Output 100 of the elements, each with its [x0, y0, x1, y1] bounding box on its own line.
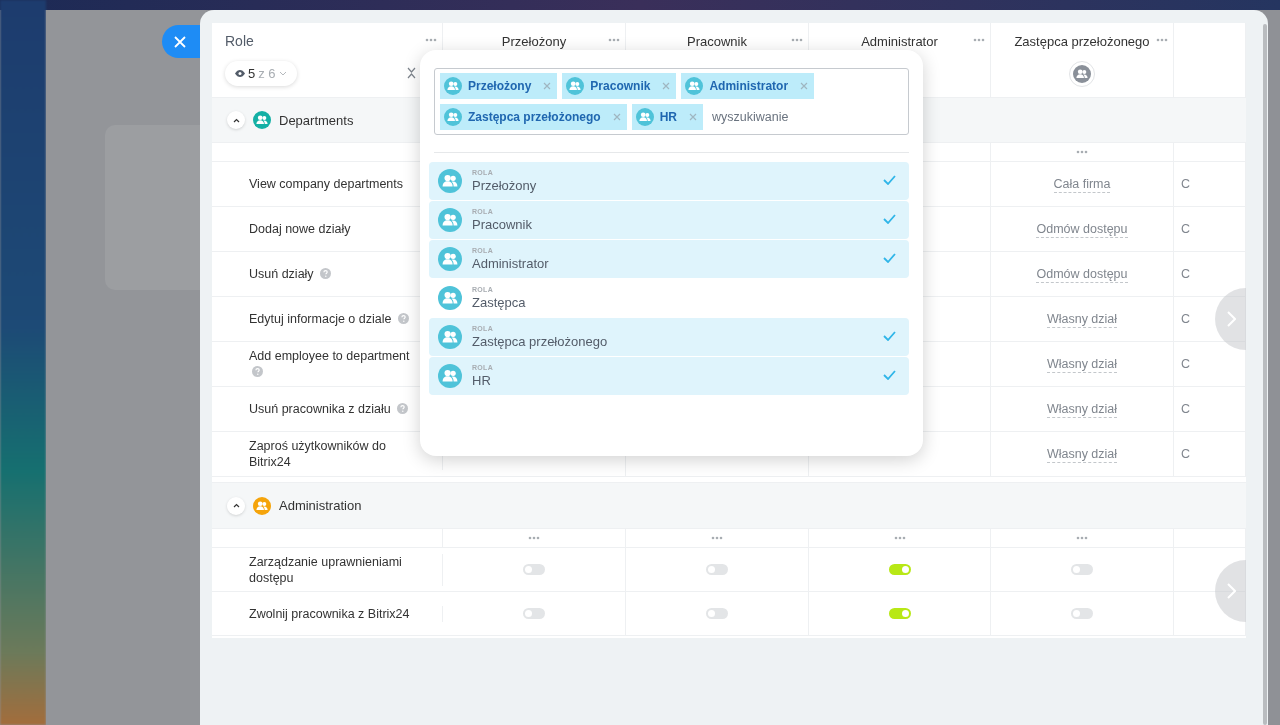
- column-header: Przełożony: [501, 34, 567, 49]
- role-tag[interactable]: Administrator: [681, 73, 815, 99]
- chevron-up-icon: [232, 117, 240, 123]
- chevron-right-icon: [1227, 311, 1236, 327]
- remove-icon[interactable]: [662, 82, 671, 90]
- collapse-icon[interactable]: [407, 67, 416, 79]
- permission-label: View company departments: [249, 177, 404, 191]
- people-icon: [685, 77, 704, 95]
- permission-label: Dodaj nowe działy: [249, 222, 351, 236]
- chevron-up-icon: [232, 503, 240, 508]
- more-icon[interactable]: [1156, 38, 1168, 42]
- option-label: Zastępca przełożonego: [472, 334, 608, 349]
- check-icon: [883, 175, 896, 185]
- more-icon[interactable]: [791, 38, 803, 42]
- people-icon: [438, 286, 462, 310]
- option-label: Zastępca: [472, 295, 526, 310]
- collapse-button[interactable]: [227, 496, 245, 515]
- more-icon[interactable]: [893, 536, 906, 540]
- remove-icon[interactable]: [543, 82, 552, 90]
- permission-label: Zwolnij pracownika z Bitrix24: [249, 606, 410, 621]
- permission-label: Zarządzanie uprawnieniami dostępu: [249, 554, 402, 585]
- access-level-dropdown[interactable]: C: [1181, 222, 1191, 236]
- access-level-dropdown[interactable]: C: [1181, 402, 1191, 416]
- access-level-dropdown[interactable]: C: [1181, 357, 1191, 371]
- access-level-dropdown[interactable]: C: [1181, 177, 1191, 191]
- access-level-dropdown[interactable]: Odmów dostępu: [1036, 220, 1128, 238]
- people-icon: [566, 77, 585, 95]
- people-icon: [635, 108, 654, 126]
- remove-icon[interactable]: [800, 82, 809, 90]
- check-icon: [883, 214, 896, 224]
- toggle-switch[interactable]: [706, 564, 728, 575]
- role-selector-field[interactable]: Przełożony Pracownik Administrator Zastępca przełożonego HR wyszukiwanie: [434, 68, 909, 135]
- permission-label: Usuń pracownika z działu: [249, 402, 391, 416]
- remove-icon[interactable]: [689, 113, 698, 121]
- people-icon: [438, 208, 462, 232]
- people-icon: [444, 108, 462, 126]
- more-icon[interactable]: [1076, 536, 1088, 540]
- scrollbar[interactable]: [1263, 24, 1267, 725]
- people-icon: [438, 325, 462, 349]
- more-icon[interactable]: [973, 38, 985, 42]
- column-header: Role: [225, 33, 254, 49]
- access-level-dropdown[interactable]: C: [1181, 447, 1191, 461]
- tag-label: Zastępca przełożonego: [468, 110, 601, 124]
- more-icon[interactable]: [711, 536, 723, 540]
- column-header: Pracownik: [687, 34, 747, 49]
- access-level-dropdown[interactable]: Własny dział: [1046, 445, 1118, 463]
- permission-label: Add employee to department: [249, 349, 410, 363]
- toggle-switch[interactable]: [1071, 608, 1093, 619]
- toggle-switch[interactable]: [888, 608, 911, 619]
- help-icon[interactable]: [320, 268, 332, 279]
- toggle-switch[interactable]: [523, 564, 545, 575]
- toggle-switch[interactable]: [1071, 564, 1093, 575]
- check-icon: [883, 331, 896, 341]
- permission-label: Usuń działy: [249, 267, 314, 281]
- section-title: Administration: [279, 498, 362, 513]
- help-icon[interactable]: [397, 403, 409, 414]
- close-icon: [174, 35, 186, 48]
- role-tag[interactable]: Zastępca przełożonego: [440, 104, 627, 130]
- remove-icon[interactable]: [612, 113, 621, 121]
- tag-label: Administrator: [709, 79, 789, 93]
- column-header: Zastępca przełożonego: [1014, 34, 1150, 49]
- eye-icon: [235, 70, 245, 77]
- access-level-dropdown[interactable]: Własny dział: [1046, 310, 1118, 328]
- chevron-down-icon: [278, 71, 287, 76]
- people-icon: [438, 169, 462, 193]
- collapse-button[interactable]: [227, 111, 245, 129]
- section-title: Departments: [279, 112, 354, 128]
- help-icon[interactable]: [397, 313, 409, 324]
- more-icon[interactable]: [425, 38, 437, 42]
- permission-label: Edytuj informacje o dziale: [249, 312, 392, 326]
- option-label: Pracownik: [472, 217, 532, 232]
- access-level-dropdown[interactable]: Odmów dostępu: [1036, 265, 1128, 283]
- chevron-right-icon: [1227, 583, 1236, 599]
- help-icon[interactable]: [252, 366, 263, 377]
- access-level-dropdown[interactable]: C: [1181, 267, 1191, 281]
- role-tag[interactable]: Przełożony: [440, 73, 558, 99]
- access-level-dropdown[interactable]: Własny dział: [1046, 355, 1118, 373]
- option-label: Administrator: [472, 256, 549, 271]
- role-tag[interactable]: Pracownik: [562, 73, 677, 99]
- toggle-switch[interactable]: [706, 608, 728, 619]
- tag-label: Przełożony: [468, 79, 532, 93]
- visible-roles-filter[interactable]: 5 z 6: [225, 61, 297, 86]
- people-icon: [444, 77, 462, 95]
- access-level-dropdown[interactable]: Cała firma: [1053, 175, 1111, 193]
- role-tag[interactable]: HR: [631, 104, 704, 130]
- access-level-dropdown[interactable]: Własny dział: [1046, 400, 1118, 418]
- access-level-dropdown[interactable]: C: [1181, 312, 1191, 326]
- more-icon[interactable]: [1076, 150, 1088, 154]
- toggle-switch[interactable]: [523, 608, 545, 619]
- more-icon[interactable]: [608, 38, 620, 42]
- people-icon: [438, 247, 462, 271]
- check-icon: [883, 253, 896, 263]
- people-icon: [438, 364, 462, 388]
- tag-label: HR: [659, 110, 678, 124]
- check-icon: [883, 370, 896, 380]
- tag-label: Pracownik: [590, 79, 651, 93]
- option-label: HR: [472, 373, 492, 388]
- more-icon[interactable]: [528, 536, 540, 540]
- option-label: Przełożony: [472, 178, 537, 193]
- toggle-switch[interactable]: [888, 564, 911, 575]
